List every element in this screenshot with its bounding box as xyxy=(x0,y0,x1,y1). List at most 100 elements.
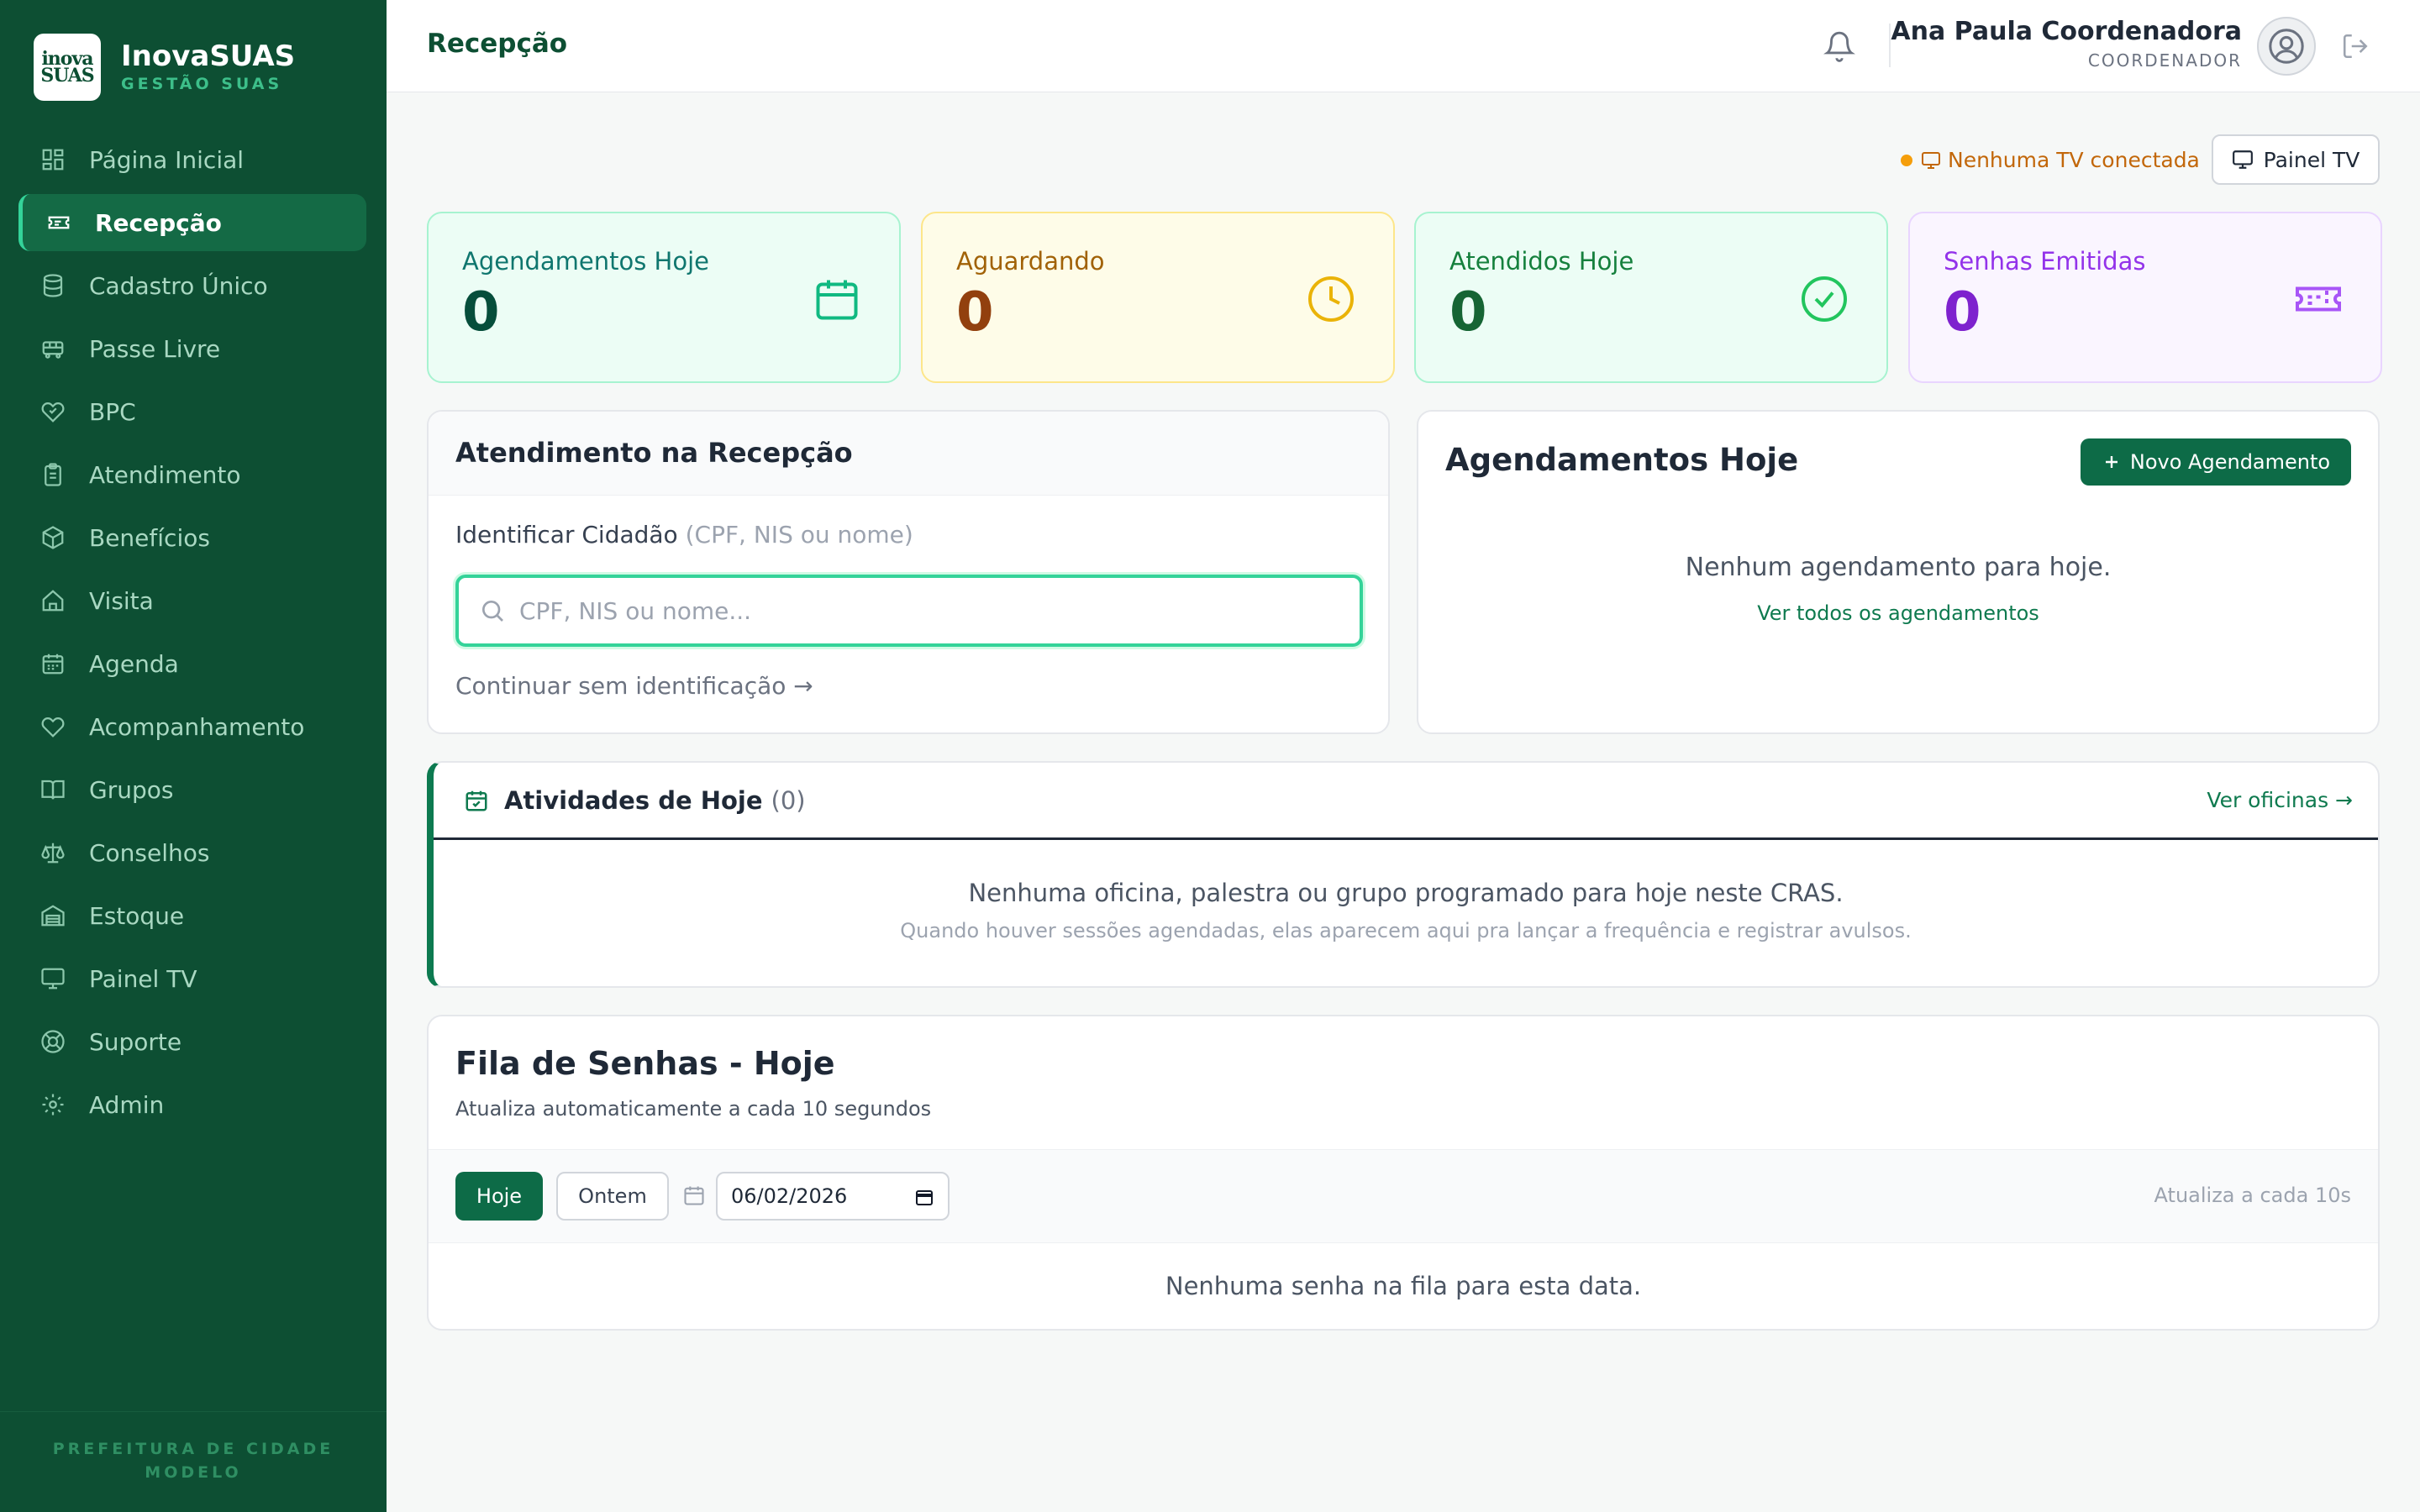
logout-icon[interactable] xyxy=(2341,32,2370,60)
stat-card-senhas: Senhas Emitidas 0 xyxy=(1908,212,2382,383)
sidebar: inova SUAS InovaSUAS GESTÃO SUAS Página … xyxy=(0,0,387,1512)
search-input[interactable] xyxy=(519,596,1326,625)
agendamentos-card: Agendamentos Hoje Novo Agendamento Nenhu… xyxy=(1417,410,2380,734)
plus-icon xyxy=(2105,456,2118,468)
stat-label: Agendamentos Hoje xyxy=(462,247,710,276)
sidebar-item-label: Estoque xyxy=(89,901,185,930)
sidebar-nav: Página Inicial Recepção Cadastro Único P… xyxy=(18,131,366,1139)
tv-status-text: Nenhuma TV conectada xyxy=(1948,148,2200,172)
logo-text-bottom: SUAS xyxy=(40,65,94,87)
calendar-icon xyxy=(42,654,64,675)
stat-card-atendidos: Atendidos Hoje 0 xyxy=(1414,212,1888,383)
stat-value: 0 xyxy=(462,281,500,344)
brand-name: InovaSUAS xyxy=(121,39,296,73)
sidebar-item-suporte[interactable]: Suporte xyxy=(18,1013,366,1070)
tv-status: Nenhuma TV conectada xyxy=(1901,148,2200,172)
stat-value: 0 xyxy=(1944,281,1981,344)
empty-state: Nenhum agendamento para hoje. xyxy=(1685,553,2112,582)
avatar[interactable] xyxy=(2257,17,2316,76)
monitor-icon xyxy=(1922,151,1940,169)
ticket-icon xyxy=(2296,286,2341,312)
sidebar-item-agenda[interactable]: Agenda xyxy=(18,635,366,692)
sidebar-item-conselhos[interactable]: Conselhos xyxy=(18,824,366,881)
bus-icon xyxy=(42,341,64,359)
card-subtitle: Atualiza automaticamente a cada 10 segun… xyxy=(455,1097,932,1121)
check-circle-icon xyxy=(1802,276,1847,322)
heart-icon xyxy=(41,717,65,738)
sidebar-item-cadastro-unico[interactable]: Cadastro Único xyxy=(18,257,366,314)
ver-oficinas-link[interactable]: Ver oficinas → xyxy=(2207,788,2353,812)
empty-state-hint: Quando houver sessões agendadas, elas ap… xyxy=(900,919,1912,942)
sidebar-item-passe-livre[interactable]: Passe Livre xyxy=(18,320,366,377)
stat-label: Atendidos Hoje xyxy=(1449,247,1634,276)
calendar-icon xyxy=(816,280,858,320)
status-dot xyxy=(1901,154,1912,166)
sidebar-item-pagina-inicial[interactable]: Página Inicial xyxy=(18,131,366,188)
clock-icon xyxy=(1308,276,1354,322)
activity-count: (0) xyxy=(771,785,806,815)
sidebar-item-bpc[interactable]: BPC xyxy=(18,383,366,440)
date-value: 06/02/2026 xyxy=(731,1184,848,1208)
search-field[interactable] xyxy=(455,575,1363,647)
filter-bar: Hoje Ontem 06/02/2026 Atualiza a cada 10… xyxy=(429,1149,2378,1243)
sidebar-item-label: Grupos xyxy=(89,775,174,804)
sidebar-item-label: Passe Livre xyxy=(89,334,221,363)
sidebar-item-label: Cadastro Único xyxy=(89,271,268,300)
search-icon xyxy=(482,601,503,622)
sidebar-item-grupos[interactable]: Grupos xyxy=(18,761,366,818)
sidebar-item-acompanhamento[interactable]: Acompanhamento xyxy=(18,698,366,755)
stat-value: 0 xyxy=(956,281,994,344)
painel-tv-label: Painel TV xyxy=(2263,147,2360,172)
package-icon xyxy=(42,526,64,549)
heart-handshake-icon xyxy=(41,402,65,423)
ver-agendamentos-link[interactable]: Ver todos os agendamentos xyxy=(1418,601,2378,625)
home-icon xyxy=(42,590,64,612)
sidebar-item-admin[interactable]: Admin xyxy=(18,1076,366,1133)
sidebar-item-label: Conselhos xyxy=(89,838,210,867)
calendar-check-icon xyxy=(466,790,487,811)
calendar-icon xyxy=(684,1186,704,1205)
identify-label: Identificar Cidadão (CPF, NIS ou nome) xyxy=(455,521,913,549)
novo-agendamento-label: Novo Agendamento xyxy=(2129,450,2331,474)
sidebar-item-beneficios[interactable]: Benefícios xyxy=(18,509,366,566)
clipboard-icon xyxy=(45,463,61,486)
gear-icon xyxy=(42,1094,64,1116)
sidebar-item-recepcao[interactable]: Recepção xyxy=(18,194,366,251)
sidebar-item-estoque[interactable]: Estoque xyxy=(18,887,366,944)
fila-senhas-card: Fila de Senhas - Hoje Atualiza automatic… xyxy=(427,1015,2380,1331)
sidebar-item-label: Página Inicial xyxy=(89,145,245,174)
scale-icon xyxy=(41,843,65,864)
ontem-button[interactable]: Ontem xyxy=(556,1172,669,1221)
continue-without-id-link[interactable]: Continuar sem identificação → xyxy=(455,672,813,700)
stat-value: 0 xyxy=(1449,281,1487,344)
book-icon xyxy=(41,780,65,800)
sidebar-item-visita[interactable]: Visita xyxy=(18,572,366,629)
brand-subtitle: GESTÃO SUAS xyxy=(121,75,283,93)
hoje-button[interactable]: Hoje xyxy=(455,1172,543,1221)
sidebar-footer: PREFEITURA DE CIDADE MODELO xyxy=(0,1411,387,1512)
sidebar-item-painel-tv[interactable]: Painel TV xyxy=(18,950,366,1007)
bell-icon[interactable] xyxy=(1823,30,1855,62)
stat-label: Senhas Emitidas xyxy=(1944,247,2146,276)
sidebar-item-atendimento[interactable]: Atendimento xyxy=(18,446,366,503)
novo-agendamento-button[interactable]: Novo Agendamento xyxy=(2081,438,2351,486)
identify-label-text: Identificar Cidadão xyxy=(455,521,678,549)
sidebar-item-label: Admin xyxy=(89,1090,165,1119)
card-title: Atividades de Hoje xyxy=(504,785,763,815)
atividades-header: Atividades de Hoje (0) xyxy=(434,763,2378,840)
app-logo: inova SUAS xyxy=(34,34,101,101)
brand[interactable]: inova SUAS InovaSUAS GESTÃO SUAS xyxy=(34,34,295,101)
card-title: Atendimento na Recepção xyxy=(429,412,1388,496)
grid-icon xyxy=(42,149,64,171)
calendar-picker-icon[interactable] xyxy=(914,1187,934,1207)
painel-tv-button[interactable]: Painel TV xyxy=(2212,134,2380,185)
sidebar-item-label: Suporte xyxy=(89,1027,182,1056)
warehouse-icon xyxy=(41,905,65,927)
auto-refresh-text: Atualiza a cada 10s xyxy=(2154,1184,2351,1207)
monitor-icon xyxy=(2232,150,2253,169)
card-title: Fila de Senhas - Hoje xyxy=(455,1045,835,1082)
date-input[interactable]: 06/02/2026 xyxy=(716,1172,950,1221)
atividades-card: Atividades de Hoje (0) Ver oficinas → Ne… xyxy=(427,761,2380,988)
user-role: COORDENADOR xyxy=(2087,50,2242,71)
empty-state: Nenhuma oficina, palestra ou grupo progr… xyxy=(968,879,1844,907)
